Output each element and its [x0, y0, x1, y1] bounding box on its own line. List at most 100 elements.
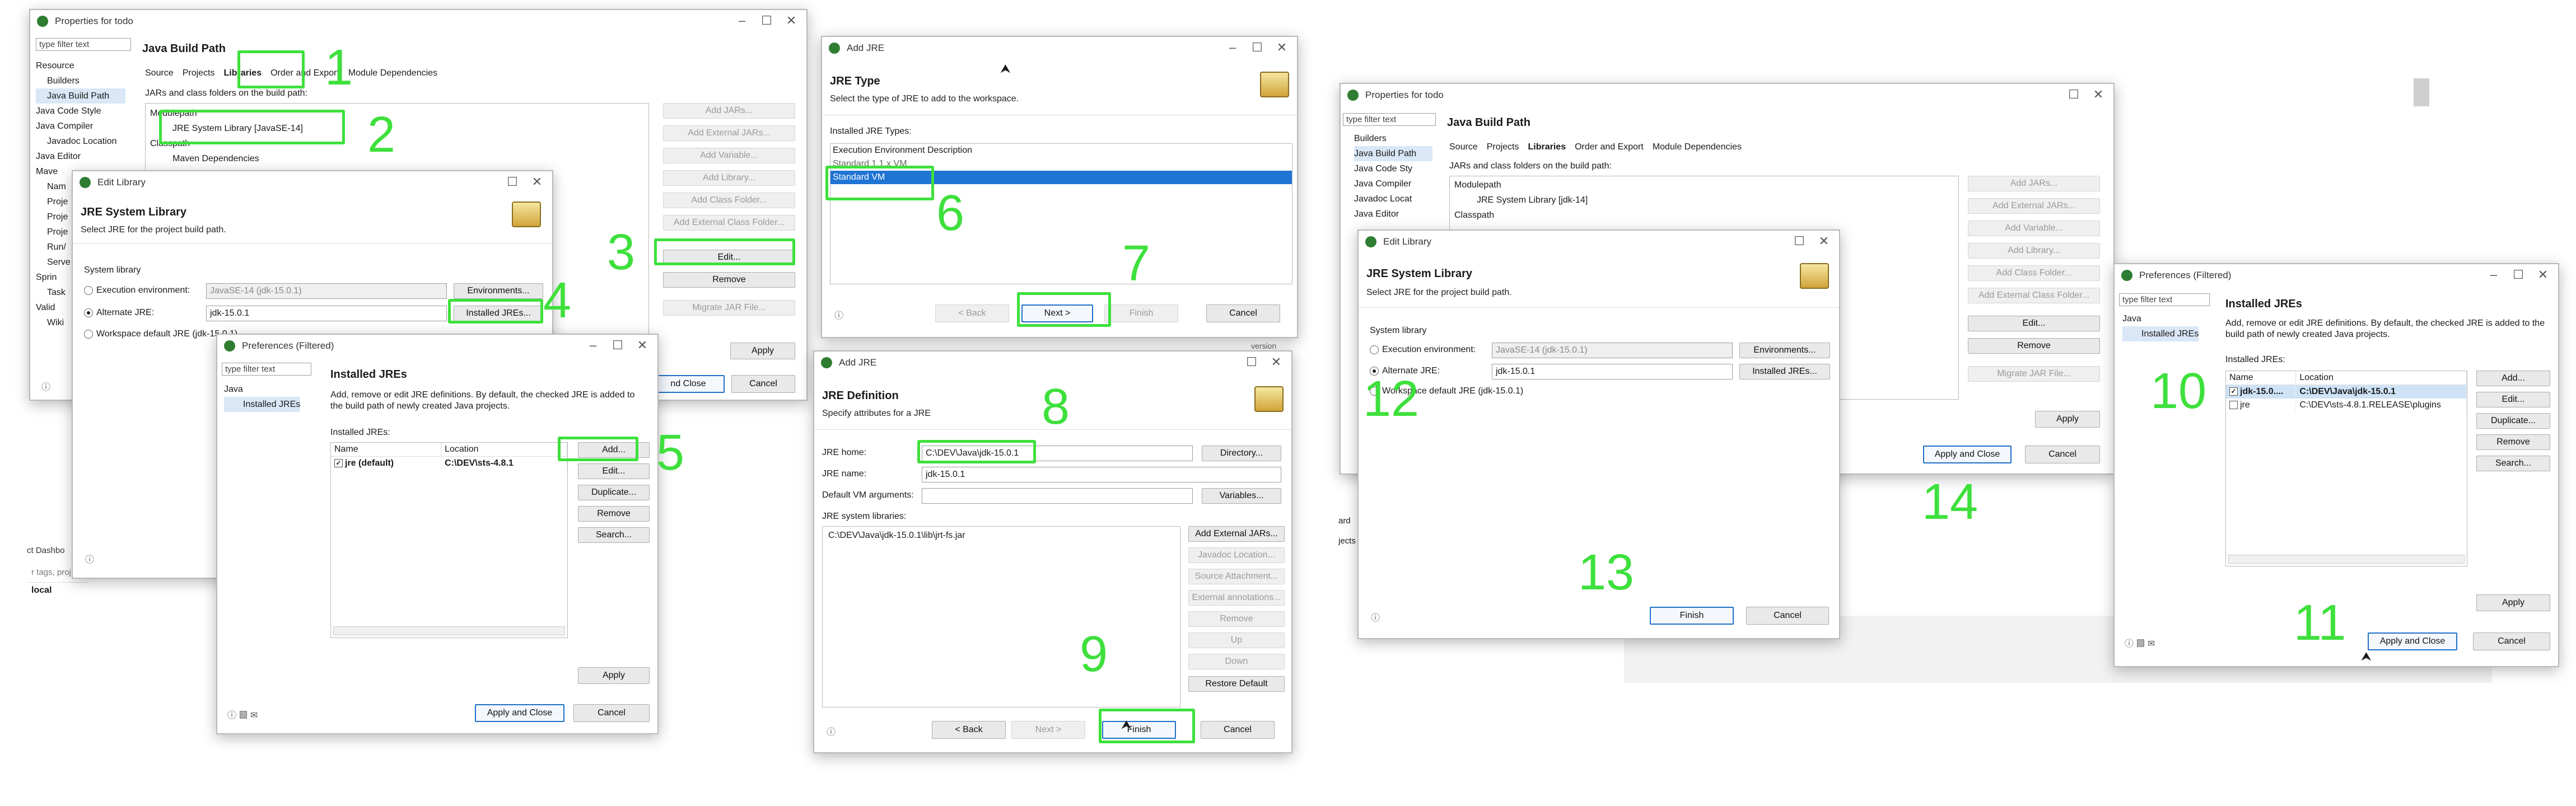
filter-input[interactable]: type filter text — [222, 363, 311, 376]
external-annotations-button[interactable]: External annotations... — [1188, 590, 1285, 606]
tree-item[interactable]: Javadoc Locat — [1354, 191, 1432, 207]
tree-installed-jres[interactable]: Installed JREs — [224, 397, 301, 412]
add-jars-button[interactable]: Add JARs... — [663, 103, 795, 119]
add-ext-class-folder-button[interactable]: Add External Class Folder... — [1968, 288, 2100, 303]
help-icon[interactable]: ⓘ ▩ ✉ — [227, 707, 258, 721]
close-button[interactable]: ✕ — [1268, 355, 1285, 369]
tree-item[interactable]: Java Compiler — [1354, 176, 1432, 191]
environments-button[interactable]: Environments... — [454, 283, 543, 299]
tab-libraries[interactable]: Libraries — [224, 68, 262, 78]
tree-item[interactable]: Builders — [36, 73, 125, 88]
row-checkbox[interactable]: ✓ — [334, 459, 343, 468]
alt-combo[interactable]: jdk-15.0.1 — [206, 306, 447, 321]
variables-button[interactable]: Variables... — [1202, 488, 1281, 504]
edit-button[interactable]: Edit... — [2476, 392, 2550, 407]
next-button[interactable]: Next > — [1011, 721, 1085, 739]
help-icon[interactable]: ⓘ ▩ ✉ — [2125, 636, 2155, 649]
tree-item[interactable]: Java Build Path — [1354, 146, 1432, 161]
migrate-jar-button[interactable]: Migrate JAR File... — [1968, 366, 2100, 382]
add-button[interactable]: Add... — [578, 442, 650, 458]
add-external-jars-button[interactable]: Add External JARs... — [663, 125, 795, 141]
remove-button[interactable]: Remove — [578, 506, 650, 522]
env-combo[interactable]: JavaSE-14 (jdk-15.0.1) — [1492, 343, 1733, 358]
tree-maven-deps[interactable]: Maven Dependencies — [150, 151, 303, 166]
maximize-button[interactable]: ☐ — [2065, 87, 2082, 102]
next-button[interactable]: Next > — [1021, 304, 1093, 322]
ws-radio[interactable] — [84, 329, 93, 339]
add-library-button[interactable]: Add Library... — [1968, 243, 2100, 259]
back-button[interactable]: < Back — [935, 304, 1009, 322]
maximize-button[interactable]: ☐ — [504, 175, 521, 189]
row-checkbox[interactable] — [2229, 401, 2238, 410]
cancel-button[interactable]: Cancel — [731, 375, 795, 393]
minimize-button[interactable]: – — [1224, 40, 1241, 55]
edit-button[interactable]: Edit... — [663, 250, 795, 265]
cancel-button[interactable]: Cancel — [2025, 446, 2100, 463]
duplicate-button[interactable]: Duplicate... — [578, 485, 650, 500]
environments-button[interactable]: Environments... — [1739, 343, 1830, 358]
minimize-button[interactable]: – — [585, 338, 601, 353]
cancel-button[interactable]: Cancel — [1206, 304, 1280, 322]
filter-input[interactable]: type filter text — [1343, 113, 1436, 126]
up-button[interactable]: Up — [1188, 632, 1285, 648]
add-external-jars-button[interactable]: Add External JARs... — [1188, 526, 1285, 542]
tree-item[interactable]: Java Editor — [36, 149, 125, 164]
list-item-standard-vm[interactable]: Standard VM — [830, 171, 1292, 184]
tab-projects[interactable]: Projects — [183, 68, 215, 78]
source-attachment-button[interactable]: Source Attachment... — [1188, 569, 1285, 584]
tab-module-deps[interactable]: Module Dependencies — [1653, 142, 1742, 152]
help-icon[interactable]: ⓘ — [827, 724, 836, 738]
apply-button[interactable]: Apply — [2476, 594, 2550, 611]
tree-classpath[interactable]: Classpath — [150, 136, 303, 151]
maximize-button[interactable]: ☐ — [609, 338, 626, 353]
apply-close-button[interactable]: Apply and Close — [2368, 632, 2457, 650]
back-button[interactable]: < Back — [932, 721, 1006, 739]
maximize-button[interactable]: ☐ — [1243, 355, 1260, 369]
help-icon[interactable]: ⓘ — [41, 379, 50, 393]
tab-order-export[interactable]: Order and Export — [1575, 142, 1644, 152]
tree-item[interactable]: Java Compiler — [36, 119, 125, 134]
apply-close-button[interactable]: Apply and Close — [1923, 446, 2012, 463]
add-variable-button[interactable]: Add Variable... — [663, 148, 795, 163]
close-button[interactable]: ✕ — [1816, 234, 1832, 249]
table-row[interactable]: ✓ jdk-15.0.... C:\DEV\Java\jdk-15.0.1 — [2226, 385, 2467, 399]
list-item[interactable]: Standard 1.1.x VM — [830, 157, 1292, 171]
jre-name-input[interactable]: jdk-15.0.1 — [922, 467, 1281, 482]
tree-item[interactable]: Resource — [36, 58, 125, 73]
tree-item[interactable]: Java Code Sty — [1354, 161, 1432, 176]
migrate-jar-button[interactable]: Migrate JAR File... — [663, 300, 795, 316]
cancel-button[interactable]: Cancel — [573, 704, 650, 722]
filter-input[interactable]: type filter text — [36, 38, 131, 51]
edit-button[interactable]: Edit... — [578, 463, 650, 479]
remove-button[interactable]: Remove — [663, 272, 795, 288]
tree-classpath[interactable]: Classpath — [1454, 208, 1588, 223]
filter-input[interactable]: type filter text — [2119, 293, 2210, 306]
tree-item[interactable]: Java Editor — [1354, 207, 1432, 222]
installed-jres-button[interactable]: Installed JREs... — [454, 306, 543, 321]
finish-button[interactable]: Finish — [1104, 304, 1178, 322]
remove-button[interactable]: Remove — [1968, 338, 2100, 354]
cancel-button[interactable]: Cancel — [1201, 721, 1275, 739]
javadoc-location-button[interactable]: Javadoc Location... — [1188, 547, 1285, 563]
down-button[interactable]: Down — [1188, 654, 1285, 669]
finish-button[interactable]: Finish — [1650, 607, 1734, 625]
remove-button[interactable]: Remove — [2476, 434, 2550, 450]
tree-java[interactable]: Java — [2122, 311, 2199, 326]
add-jars-button[interactable]: Add JARs... — [1968, 176, 2100, 191]
help-icon[interactable]: ⓘ — [834, 308, 843, 321]
row-checkbox[interactable]: ✓ — [2229, 387, 2238, 396]
alt-combo[interactable]: jdk-15.0.1 — [1492, 364, 1733, 379]
tab-module-deps[interactable]: Module Dependencies — [348, 68, 437, 78]
edit-button[interactable]: Edit... — [1968, 316, 2100, 331]
tab-source[interactable]: Source — [1449, 142, 1478, 152]
close-button[interactable]: ✕ — [1273, 40, 1290, 55]
finish-button[interactable]: Finish — [1102, 721, 1176, 739]
tree-item[interactable]: Javadoc Location — [36, 134, 125, 149]
tab-projects[interactable]: Projects — [1487, 142, 1519, 152]
add-class-folder-button[interactable]: Add Class Folder... — [663, 193, 795, 208]
add-library-button[interactable]: Add Library... — [663, 170, 795, 186]
restore-default-button[interactable]: Restore Default — [1188, 676, 1285, 692]
env-radio[interactable] — [1370, 345, 1379, 354]
close-button[interactable]: ✕ — [2535, 268, 2551, 282]
help-icon[interactable]: ⓘ — [85, 552, 94, 565]
